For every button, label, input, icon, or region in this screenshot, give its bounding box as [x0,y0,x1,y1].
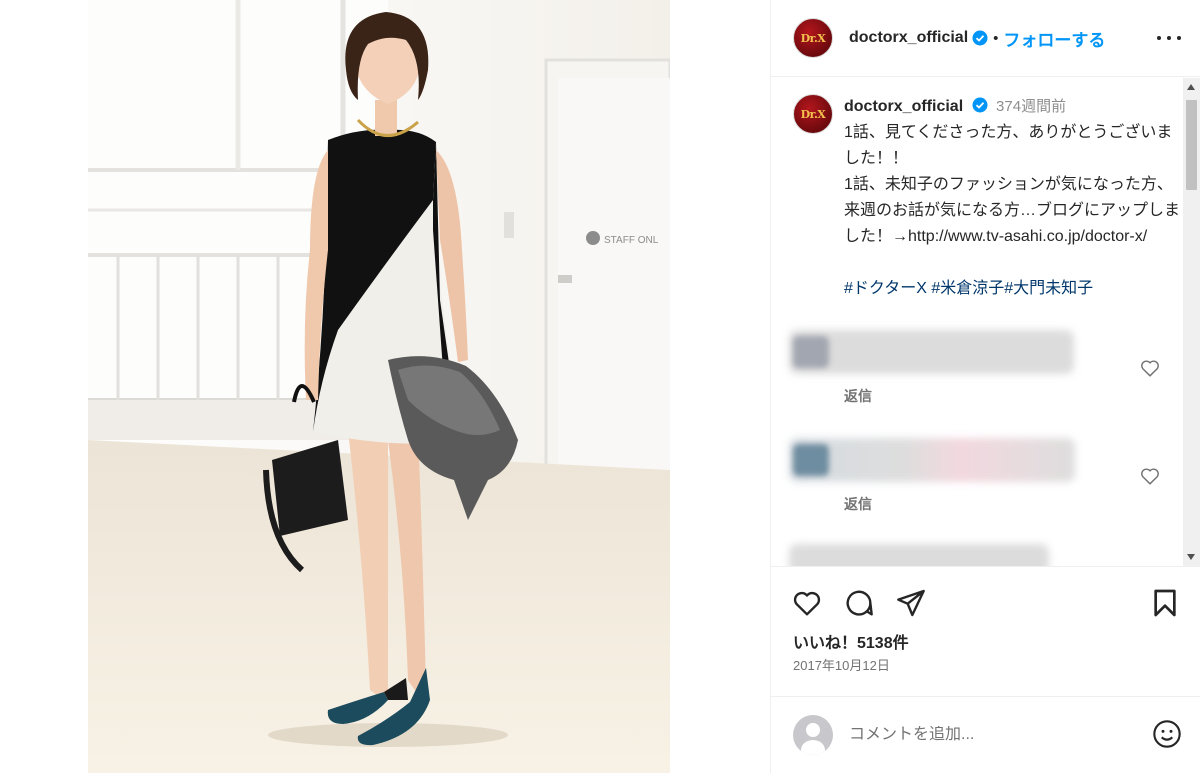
add-comment-bar [771,696,1200,773]
verified-badge-icon [972,97,988,113]
comment-like-icon[interactable] [1139,357,1161,379]
post-caption: Dr.X doctorx_official 374週間前 1話、見てくださった方… [793,94,1188,302]
comments-scrollbar[interactable] [1183,78,1200,566]
post-header: Dr.X doctorx_official • フォローする [771,0,1200,77]
post-side-panel: Dr.X doctorx_official • フォローする Dr.X doct… [770,0,1200,773]
reply-button[interactable]: 返信 [844,494,872,514]
reply-button[interactable]: 返信 [844,386,872,406]
more-options-icon[interactable] [1157,28,1181,48]
scrollbar-thumb[interactable] [1186,100,1197,190]
caption-avatar[interactable]: Dr.X [793,94,833,134]
header-separator: • [993,29,999,47]
post-media-area: STAFF ONL [0,0,770,773]
blurred-comment-text [789,544,1049,566]
follow-button[interactable]: フォローする [1003,26,1105,51]
svg-text:STAFF ONL: STAFF ONL [604,235,659,246]
post-photo[interactable]: STAFF ONL [88,0,670,773]
comment-bubble-icon[interactable] [843,587,875,619]
account-avatar[interactable]: Dr.X [793,18,833,58]
photo-illustration: STAFF ONL [88,0,670,773]
save-bookmark-icon[interactable] [1149,587,1181,619]
blurred-comment-text [789,330,1074,374]
caption-timestamp[interactable]: 374週間前 [996,98,1066,115]
blurred-avatar [793,336,829,368]
comment-item: 返信 [789,438,1169,512]
emoji-smiley-icon[interactable] [1151,718,1183,750]
like-heart-icon[interactable] [791,587,823,619]
share-paper-plane-icon[interactable] [895,587,927,619]
likes-count[interactable]: いいね！5138件 [793,629,909,653]
post-date[interactable]: 2017年10月12日 [793,655,890,674]
caption-hashtags[interactable]: #ドクターX #米倉涼子#大門未知子 [844,276,1184,302]
header-username[interactable]: doctorx_official [849,29,968,47]
current-user-avatar [793,715,833,755]
caption-text: 1話、見てくださった方、ありがとうございました！！ 1話、未知子のファッションが… [844,124,1181,245]
verified-badge-icon [972,30,988,46]
comment-input[interactable] [849,726,1139,744]
comment-item [789,544,1169,566]
caption-username[interactable]: doctorx_official [844,98,963,115]
post-actions: いいね！5138件 2017年10月12日 [771,566,1200,696]
comment-like-icon[interactable] [1139,465,1161,487]
caption-body: doctorx_official 374週間前 1話、見てくださった方、ありがと… [844,94,1184,302]
comments-list[interactable]: Dr.X doctorx_official 374週間前 1話、見てくださった方… [771,78,1200,566]
scroll-up-icon[interactable] [1187,84,1195,90]
comment-item: 返信 [789,330,1169,404]
blurred-avatar [793,444,829,476]
scroll-down-icon[interactable] [1187,554,1195,560]
blurred-comment-text [789,438,1075,482]
